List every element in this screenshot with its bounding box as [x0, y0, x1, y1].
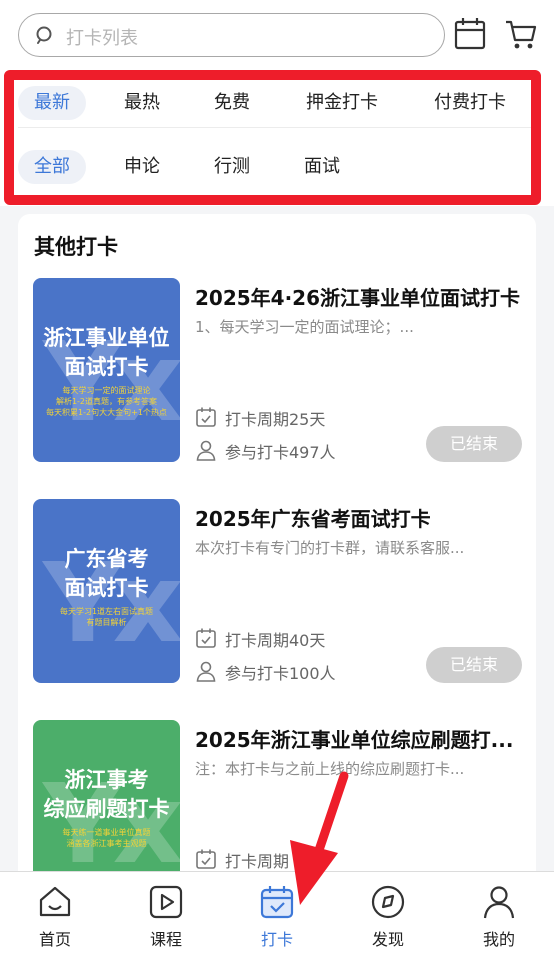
filter-deposit[interactable]: 押金打卡 [302, 86, 382, 120]
user-icon [196, 440, 216, 461]
cart-icon[interactable] [504, 16, 538, 52]
search-icon [36, 26, 52, 44]
list-item[interactable]: Yx 广东省考 面试打卡 每天学习1道左右面试真题 有题目解析 2025年广东省… [18, 499, 536, 689]
calendar-icon[interactable] [453, 16, 487, 52]
cover-subtitle: 涵盖各浙江事考主观题 [66, 839, 147, 848]
item-title: 2025年浙江事业单位综应刷题打... [195, 728, 514, 752]
calendar-check-icon [196, 849, 216, 869]
item-title: 2025年广东省考面试打卡 [195, 507, 431, 531]
cover-title: 综应刷题打卡 [43, 797, 170, 821]
category-all[interactable]: 全部 [18, 150, 86, 184]
tab-label: 我的 [482, 930, 515, 949]
top-bar: 打卡列表 [0, 0, 554, 70]
tab-label: 打卡 [260, 930, 293, 949]
category-aptitude[interactable]: 行测 [212, 150, 252, 184]
status-badge[interactable]: 已结束 [426, 426, 522, 462]
period-text: 打卡周期40天 [225, 631, 326, 650]
cover-title: 面试打卡 [64, 355, 149, 379]
item-description: 1、每天学习一定的面试理论；... [195, 318, 414, 336]
play-icon [149, 885, 183, 919]
cover-title: 广东省考 [64, 547, 149, 571]
calendar-check-icon [196, 407, 216, 427]
bottom-tab-bar: 首页 课程 打卡 发现 我的 [0, 871, 554, 957]
sort-filter-row: 最新 最热 免费 押金打卡 付费打卡 [18, 78, 534, 128]
tab-label: 发现 [371, 930, 404, 949]
item-description: 注：本打卡与之前上线的综应刷题打卡... [195, 760, 465, 778]
item-description: 本次打卡有专门的打卡群，请联系客服... [195, 539, 465, 557]
filter-latest[interactable]: 最新 [18, 86, 86, 120]
period-text: 打卡周期25天 [225, 410, 326, 429]
search-placeholder: 打卡列表 [66, 28, 138, 49]
tab-discover[interactable]: 发现 [348, 872, 428, 957]
user-icon [483, 886, 515, 919]
cover-subtitle: 有题目解析 [86, 618, 127, 627]
participants-text: 参与打卡497人 [225, 443, 336, 462]
category-essay[interactable]: 申论 [122, 150, 162, 184]
cover-subtitle: 每天学习一定的面试理论 [62, 386, 151, 395]
category-interview[interactable]: 面试 [302, 150, 342, 184]
tab-label: 课程 [149, 930, 182, 949]
cover-subtitle: 解析1-2道真题，有参考答案 [55, 397, 158, 406]
cover-title: 面试打卡 [64, 576, 149, 600]
category-filter-row: 全部 申论 行测 面试 [18, 142, 534, 192]
checkin-list-card: 其他打卡 Yx 浙江事业单位 面试打卡 每天学习一定的面试理论 解析1-2道真题… [18, 214, 536, 914]
section-title: 其他打卡 [34, 235, 118, 259]
course-cover: Yx 浙江事业单位 面试打卡 每天学习一定的面试理论 解析1-2道真题，有参考答… [33, 278, 180, 462]
calendar-check-icon [260, 886, 294, 919]
calendar-check-icon [196, 628, 216, 648]
list-item[interactable]: Yx 浙江事业单位 面试打卡 每天学习一定的面试理论 解析1-2道真题，有参考答… [18, 278, 536, 468]
compass-icon [371, 885, 405, 919]
course-cover: Yx 广东省考 面试打卡 每天学习1道左右面试真题 有题目解析 [33, 499, 180, 683]
cover-title: 浙江事考 [64, 768, 149, 792]
tab-profile[interactable]: 我的 [459, 872, 539, 957]
tab-courses[interactable]: 课程 [126, 872, 206, 957]
cover-subtitle: 每天练一道事业单位真题 [62, 828, 151, 837]
period-text: 打卡周期 [225, 852, 290, 871]
cover-subtitle: 每天积累1-2句大大金句+1个热点 [46, 408, 167, 417]
user-icon [196, 661, 216, 682]
tab-checkin[interactable]: 打卡 [237, 872, 317, 957]
filter-free[interactable]: 免费 [212, 86, 252, 120]
home-icon [39, 886, 71, 917]
filter-paid[interactable]: 付费打卡 [430, 86, 510, 120]
filter-hottest[interactable]: 最热 [122, 86, 162, 120]
cover-subtitle: 每天学习1道左右面试真题 [59, 607, 154, 616]
participants-text: 参与打卡100人 [225, 664, 336, 683]
tab-home[interactable]: 首页 [15, 872, 95, 957]
cover-title: 浙江事业单位 [43, 326, 170, 350]
item-title: 2025年4·26浙江事业单位面试打卡 [195, 286, 521, 310]
tab-label: 首页 [38, 930, 71, 949]
status-badge[interactable]: 已结束 [426, 647, 522, 683]
search-input[interactable]: 打卡列表 [18, 13, 445, 57]
